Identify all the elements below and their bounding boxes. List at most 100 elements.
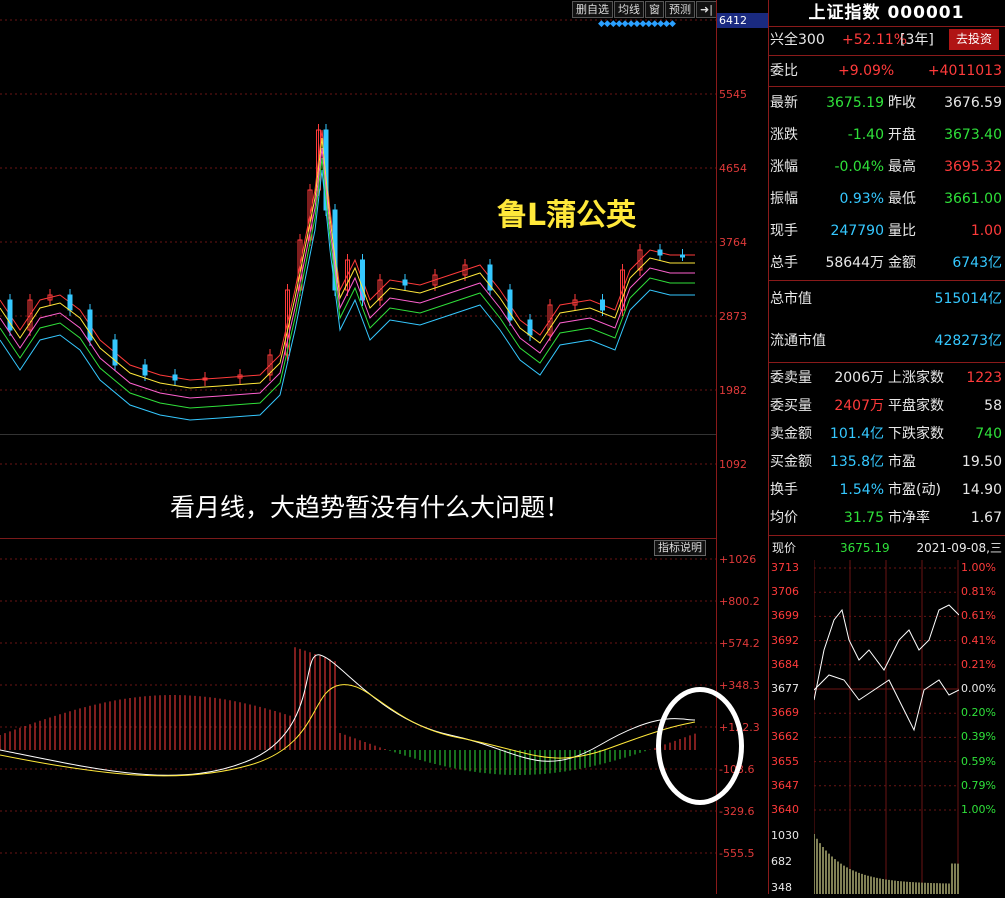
author-watermark: 鲁L蒲公英 [497, 198, 637, 233]
candle-body [172, 374, 178, 381]
axis-top-label: 6412 [717, 13, 769, 28]
stat-value: 101.4亿 [829, 426, 884, 442]
quote-label: 总手 [770, 255, 798, 271]
quote-label: 昨收 [888, 95, 916, 111]
minute-price-tick: 3640 [771, 803, 799, 816]
minute-pct-tick: 0.61% [961, 609, 996, 623]
stat-label: 买金额 [770, 454, 812, 470]
stat-value: 31.75 [843, 510, 884, 526]
minute-price-tick: 3669 [771, 706, 799, 720]
forecast-button[interactable]: 预测 [665, 1, 695, 18]
kline-svg [0, 19, 716, 854]
quote-value: 0.93% [839, 191, 884, 207]
minute-price-tick: 3692 [771, 633, 799, 647]
quote-value: -0.04% [834, 159, 884, 175]
fund-period: [3年] [900, 32, 934, 48]
candle-body [527, 319, 533, 336]
minute-pct-tick: 0.81% [961, 585, 996, 599]
minute-pct-tick: 0.79% [961, 778, 996, 792]
dea-line [0, 684, 696, 777]
quote-label: 振幅 [770, 191, 798, 207]
remove-watchlist-button[interactable]: 删自选 [572, 1, 613, 18]
stat-row: 均价 31.75 市净率 1.67 [770, 503, 1004, 533]
weibi-ratio: +9.09% [838, 63, 895, 79]
stat-label: 市盈(动) [888, 482, 941, 498]
quote-label: 最高 [888, 159, 916, 175]
dif-line [0, 654, 696, 776]
stat-label: 下跌家数 [888, 426, 944, 442]
indicator-help-button[interactable]: 指标说明 [654, 540, 706, 556]
stat-label: 换手 [770, 482, 798, 498]
quote-value: 3661.00 [944, 191, 1002, 207]
minute-pct-tick: 0.00% [961, 682, 996, 695]
exit-arrow-icon[interactable]: ➜| [696, 1, 717, 18]
quote-row: 涨幅 -0.04% 最高 3695.32 [770, 152, 1004, 182]
minute-price-tick: 3647 [771, 778, 799, 792]
axis-label: 3764 [719, 236, 747, 249]
quote-label: 最低 [888, 191, 916, 207]
quote-value: 1.00 [970, 223, 1002, 239]
stat-label: 卖金额 [770, 426, 812, 442]
minute-price-tick: 3662 [771, 730, 799, 744]
stat-value: 1.67 [970, 510, 1002, 526]
stat-value: 2407万 [834, 398, 884, 414]
stat-value: 58 [984, 398, 1002, 414]
axis-label: 4654 [719, 162, 747, 175]
invest-button[interactable]: 去投资 [949, 29, 999, 50]
minute-svg [813, 560, 960, 894]
indicator-axis-label: -329.6 [719, 805, 755, 818]
minute-pct-tick: 0.20% [961, 706, 996, 720]
quote-label: 现手 [770, 223, 798, 239]
indicator-axis-label: +574.2 [719, 637, 760, 650]
panel-title: 上证指数 000001 [808, 3, 965, 23]
float-value-row: 流通市值 428273亿 [770, 326, 1004, 356]
candle-body [680, 254, 685, 258]
stat-value: 1.54% [839, 482, 884, 498]
float-value: 428273亿 [934, 333, 1002, 349]
stat-label: 委买量 [770, 398, 812, 414]
highlight-circle [656, 687, 744, 805]
weibi-label: 委比 [770, 63, 798, 79]
divider [769, 535, 1005, 536]
quote-label: 涨幅 [770, 159, 798, 175]
axis-label: 2873 [719, 310, 747, 323]
minute-price: 3675.19 [840, 541, 890, 555]
stat-row: 买金额 135.8亿 市盈 19.50 [770, 447, 1004, 477]
candle-body [142, 364, 148, 376]
stat-label: 平盘家数 [888, 398, 944, 414]
quote-value: 58644万 [825, 255, 884, 271]
quote-value: -1.40 [847, 127, 884, 143]
minute-chart[interactable] [813, 560, 960, 894]
fund-gain: +52.11% [842, 32, 908, 48]
quote-value: 3673.40 [944, 127, 1002, 143]
quote-label: 量比 [888, 223, 916, 239]
kline-chart[interactable] [0, 0, 716, 894]
minute-price-label: 现价 [772, 541, 797, 555]
quote-value: 3695.32 [944, 159, 1002, 175]
panel-separator [0, 434, 716, 435]
stat-value: 1223 [966, 370, 1002, 386]
quote-row: 振幅 0.93% 最低 3661.00 [770, 184, 1004, 214]
candle-body [600, 299, 605, 311]
event-markers[interactable]: ◆◆◆◆◆◆◆◆◆◆◆◆◆ [598, 19, 676, 29]
stat-row: 委卖量 2006万 上涨家数 1223 [770, 363, 1004, 393]
indicator-axis-label: -555.5 [719, 847, 755, 860]
stat-label: 上涨家数 [888, 370, 944, 386]
candle-body [67, 294, 73, 311]
axis-label: 1092 [719, 458, 747, 471]
weibi-diff: +4011013 [927, 63, 1002, 79]
minute-pct-tick: 1.00% [961, 803, 996, 816]
window-button[interactable]: 窗 [645, 1, 664, 18]
minute-pct-tick: 0.41% [961, 633, 996, 647]
moving-average-button[interactable]: 均线 [614, 1, 644, 18]
quote-row: 涨跌 -1.40 开盘 3673.40 [770, 120, 1004, 150]
stat-row: 卖金额 101.4亿 下跌家数 740 [770, 419, 1004, 449]
indicator-axis-label: +800.2 [719, 595, 760, 608]
minute-price-tick: 3713 [771, 561, 799, 574]
divider [769, 86, 1005, 87]
quote-value: 6743亿 [952, 255, 1002, 271]
minute-pct-tick: 0.39% [961, 730, 996, 744]
stat-label: 市净率 [888, 510, 930, 526]
stat-value: 740 [975, 426, 1002, 442]
stat-label: 均价 [770, 510, 798, 526]
